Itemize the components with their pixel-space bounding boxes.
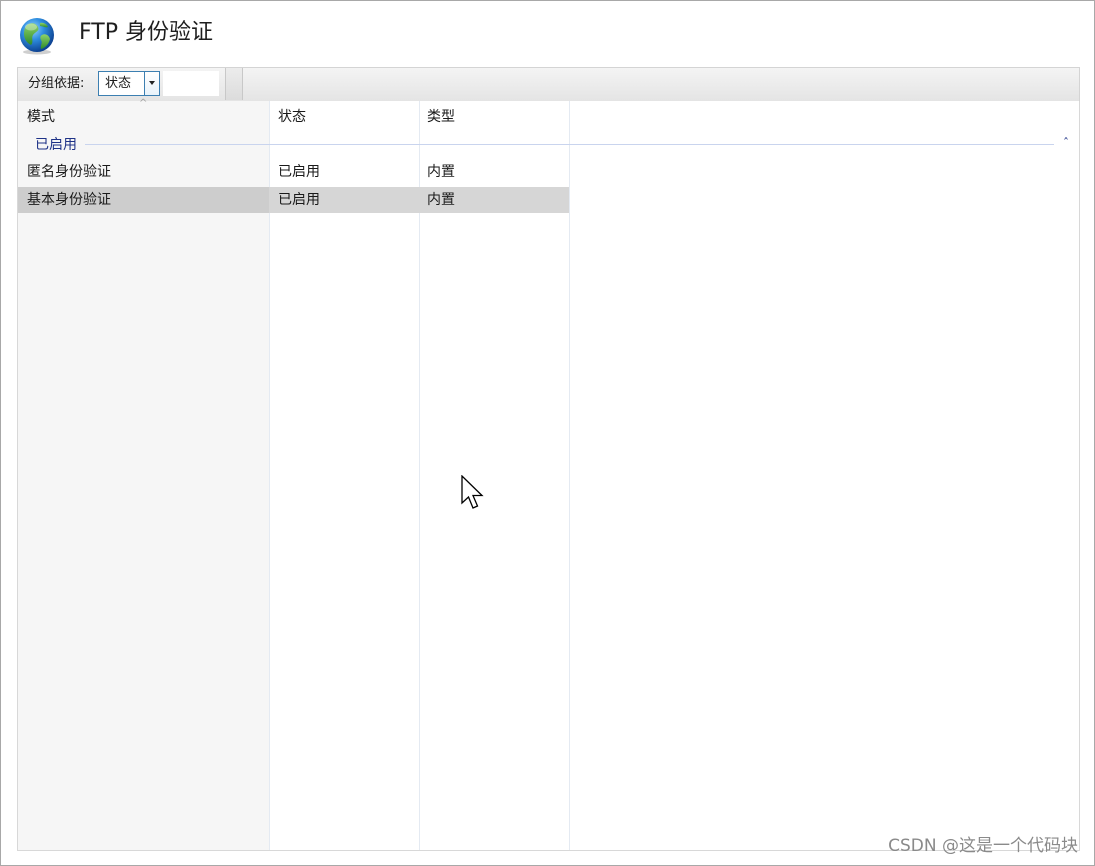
column-header-label: 状态 [278, 109, 306, 125]
cell-status: 已启用 [278, 192, 320, 208]
globe-icon [20, 18, 54, 55]
column-header-label: 类型 [427, 109, 455, 125]
column-divider [269, 101, 270, 850]
group-header-label: 已启用 [35, 137, 77, 153]
group-by-select[interactable]: 状态 [98, 71, 160, 96]
column-header-type[interactable]: 类型 [419, 101, 569, 131]
cell-mode: 匿名身份验证 [27, 164, 111, 180]
cell-status: 已启用 [278, 164, 320, 180]
group-by-toolbar: 分组依据: 状态 [17, 67, 1080, 102]
list-item-anonymous-auth[interactable]: 匿名身份验证 已启用 内置 [18, 159, 569, 185]
toolbar-overflow-button[interactable] [225, 68, 243, 100]
sort-ascending-icon: ^ [139, 98, 148, 109]
window-frame: FTP 身份验证 分组依据: 状态 ^ 模式 状态 类型 已启用 ˆ 匿名身份验… [0, 0, 1095, 866]
column-header-label: 模式 [27, 109, 55, 125]
page-title: FTP 身份验证 [79, 20, 213, 45]
group-by-value: 状态 [105, 76, 132, 91]
chevron-down-icon[interactable] [144, 72, 159, 95]
column-divider [569, 101, 570, 850]
list-item-basic-auth[interactable]: 基本身份验证 已启用 内置 [18, 187, 569, 213]
toolbar-empty-area [163, 71, 219, 96]
mouse-cursor-icon [461, 475, 484, 509]
cell-type: 内置 [427, 192, 455, 208]
watermark: CSDN @这是一个代码块 [888, 836, 1078, 856]
chevron-up-icon[interactable]: ˆ [1059, 135, 1073, 151]
column-divider [419, 101, 420, 850]
column-header-status[interactable]: 状态 [269, 101, 419, 131]
group-by-label: 分组依据: [28, 76, 85, 91]
cell-type: 内置 [427, 164, 455, 180]
cell-mode: 基本身份验证 [27, 192, 111, 208]
column-header-mode[interactable]: ^ 模式 [18, 98, 269, 131]
group-header-enabled[interactable]: 已启用 ˆ [18, 132, 1079, 156]
sorted-column-highlight [18, 101, 269, 850]
authentication-list[interactable]: ^ 模式 状态 类型 已启用 ˆ 匿名身份验证 已启用 内置 基本身份验证 已启… [17, 98, 1080, 851]
group-header-divider [85, 144, 1054, 145]
